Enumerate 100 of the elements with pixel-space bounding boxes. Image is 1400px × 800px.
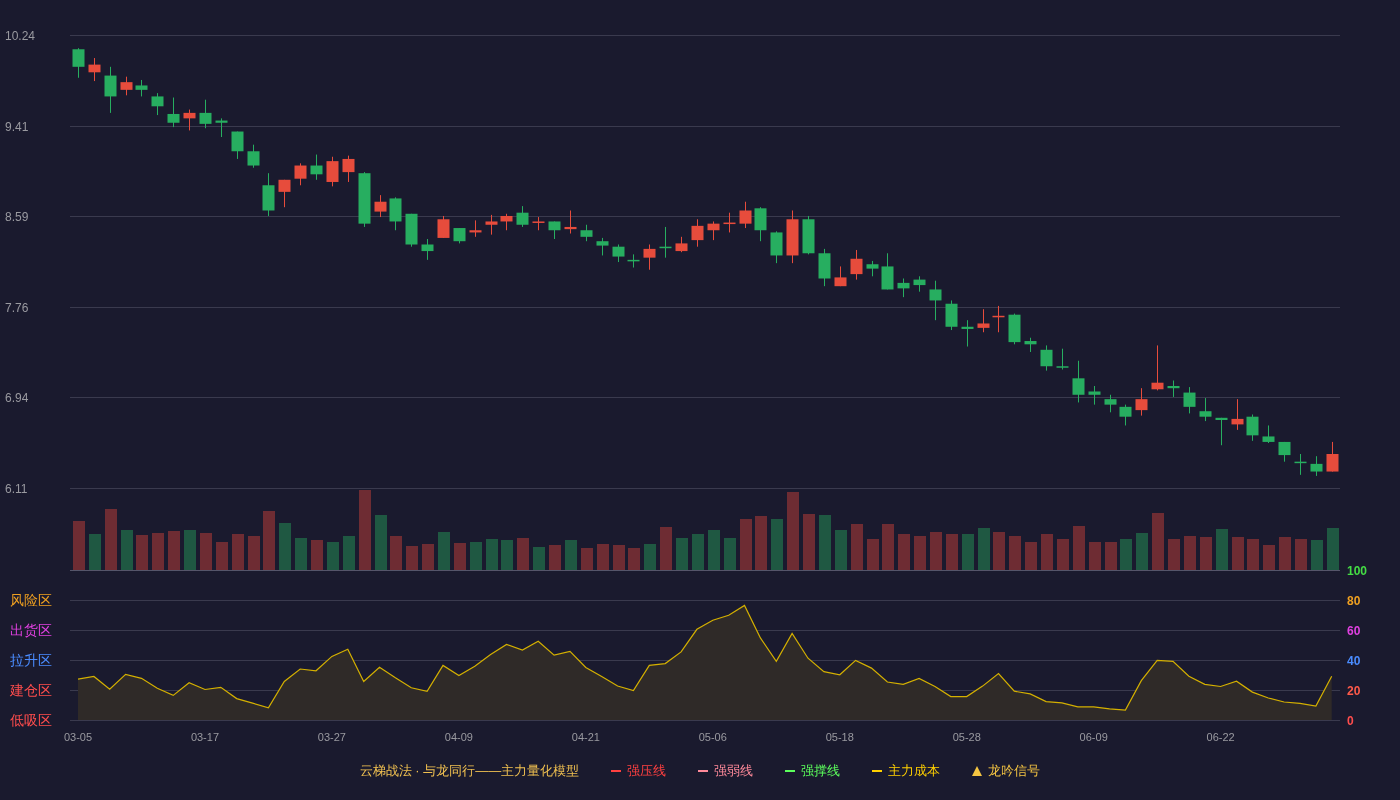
candlestick <box>580 224 593 242</box>
axis-label: 80 <box>1347 593 1361 608</box>
candlestick <box>72 47 85 79</box>
candlestick <box>326 156 339 187</box>
candlestick <box>992 305 1005 333</box>
volume-bar <box>517 538 529 570</box>
candlestick <box>564 210 577 235</box>
axis-label: 100 <box>1347 563 1368 578</box>
candlestick <box>199 99 212 129</box>
volume-bar <box>898 534 910 570</box>
volume-bar <box>1073 526 1085 570</box>
volume-bar <box>1247 539 1259 570</box>
candlestick <box>866 260 879 277</box>
date-label: 03-27 <box>317 731 346 743</box>
candlestick <box>881 252 894 290</box>
volume-bar <box>660 527 672 570</box>
volume-bar <box>311 540 323 570</box>
candlestick <box>1199 397 1212 422</box>
candlestick <box>532 216 545 231</box>
volume-bar <box>978 528 990 570</box>
candlestick <box>469 219 482 238</box>
candlestick <box>1278 441 1291 463</box>
volume-bar <box>470 542 482 570</box>
axis-label: 60 <box>1347 623 1361 638</box>
date-label: 06-22 <box>1206 731 1235 743</box>
zone-label: 拉升区 <box>10 652 52 668</box>
price-axis-label: 9.41 <box>5 119 29 134</box>
volume-bar <box>597 544 609 570</box>
zone-label: 建仓区 <box>10 682 52 698</box>
candlestick <box>1326 441 1339 473</box>
volume-bar <box>1279 537 1291 570</box>
candlestick <box>294 162 307 186</box>
volume-bar <box>200 533 212 570</box>
candlestick <box>310 154 323 181</box>
volume-bar <box>946 534 958 570</box>
volume-bar <box>676 538 688 570</box>
candlestick <box>374 194 387 218</box>
candlestick <box>1024 337 1037 353</box>
volume-bar <box>375 515 387 570</box>
volume-bar <box>1295 539 1307 570</box>
volume-bar <box>152 533 164 570</box>
volume-bar <box>1168 539 1180 570</box>
volume-bar <box>136 535 148 570</box>
candlestick <box>929 280 942 321</box>
volume-bar <box>1105 542 1117 570</box>
candlestick <box>262 172 275 217</box>
price-axis-label: 6.11 <box>5 481 28 496</box>
date-label: 05-06 <box>698 731 727 743</box>
candlestick <box>1310 455 1323 477</box>
axis-label: 20 <box>1347 683 1361 698</box>
volume-bar <box>486 539 498 570</box>
volume-bar <box>1232 537 1244 570</box>
volume-bar <box>73 521 85 570</box>
candlestick <box>485 214 498 236</box>
volume-bar <box>724 538 736 570</box>
candlestick <box>643 244 656 271</box>
volume-bar <box>263 511 275 570</box>
candlestick <box>183 109 196 131</box>
candlestick <box>627 253 640 269</box>
candlestick <box>421 238 434 261</box>
legend-label: 强撑线 <box>801 761 841 780</box>
candlestick <box>1151 344 1164 391</box>
candlestick <box>675 236 688 253</box>
date-label: 03-17 <box>190 731 220 743</box>
candlestick <box>707 220 720 241</box>
volume-bar <box>644 544 656 570</box>
volume-bar <box>1025 542 1037 570</box>
volume-bar <box>1041 534 1053 570</box>
date-label: 05-18 <box>825 731 854 743</box>
volume-bar <box>1327 528 1339 570</box>
candlestick <box>691 218 704 248</box>
volume-bar <box>565 540 577 570</box>
candlestick <box>961 319 974 347</box>
volume-bar <box>121 530 133 570</box>
volume-bar <box>549 545 561 570</box>
volume-bar <box>993 532 1005 570</box>
candlestick <box>754 206 767 242</box>
volume-bar <box>105 509 117 570</box>
legend-label: 强弱线 <box>714 761 754 780</box>
volume-bar <box>1136 533 1148 570</box>
volume-bar <box>406 546 418 570</box>
volume-bar <box>1009 536 1021 570</box>
volume-bar <box>390 536 402 570</box>
volume-bar <box>914 536 926 570</box>
volume-bar <box>438 532 450 570</box>
legend-title: 云梯战法 · 与龙同行——主力量化模型 <box>359 761 580 780</box>
volume-bar <box>1152 513 1164 570</box>
candlestick <box>913 275 926 293</box>
volume-bar <box>232 534 244 570</box>
candlestick <box>231 131 244 160</box>
candlestick <box>437 215 450 239</box>
candlestick <box>945 299 958 331</box>
volume-bar <box>771 519 783 570</box>
volume-bar <box>454 543 466 570</box>
candlestick <box>1231 398 1244 431</box>
volume-bar <box>755 516 767 570</box>
volume-bar <box>962 534 974 570</box>
volume-bar <box>168 531 180 570</box>
volume-bar <box>1184 536 1196 570</box>
volume-bar <box>343 536 355 570</box>
